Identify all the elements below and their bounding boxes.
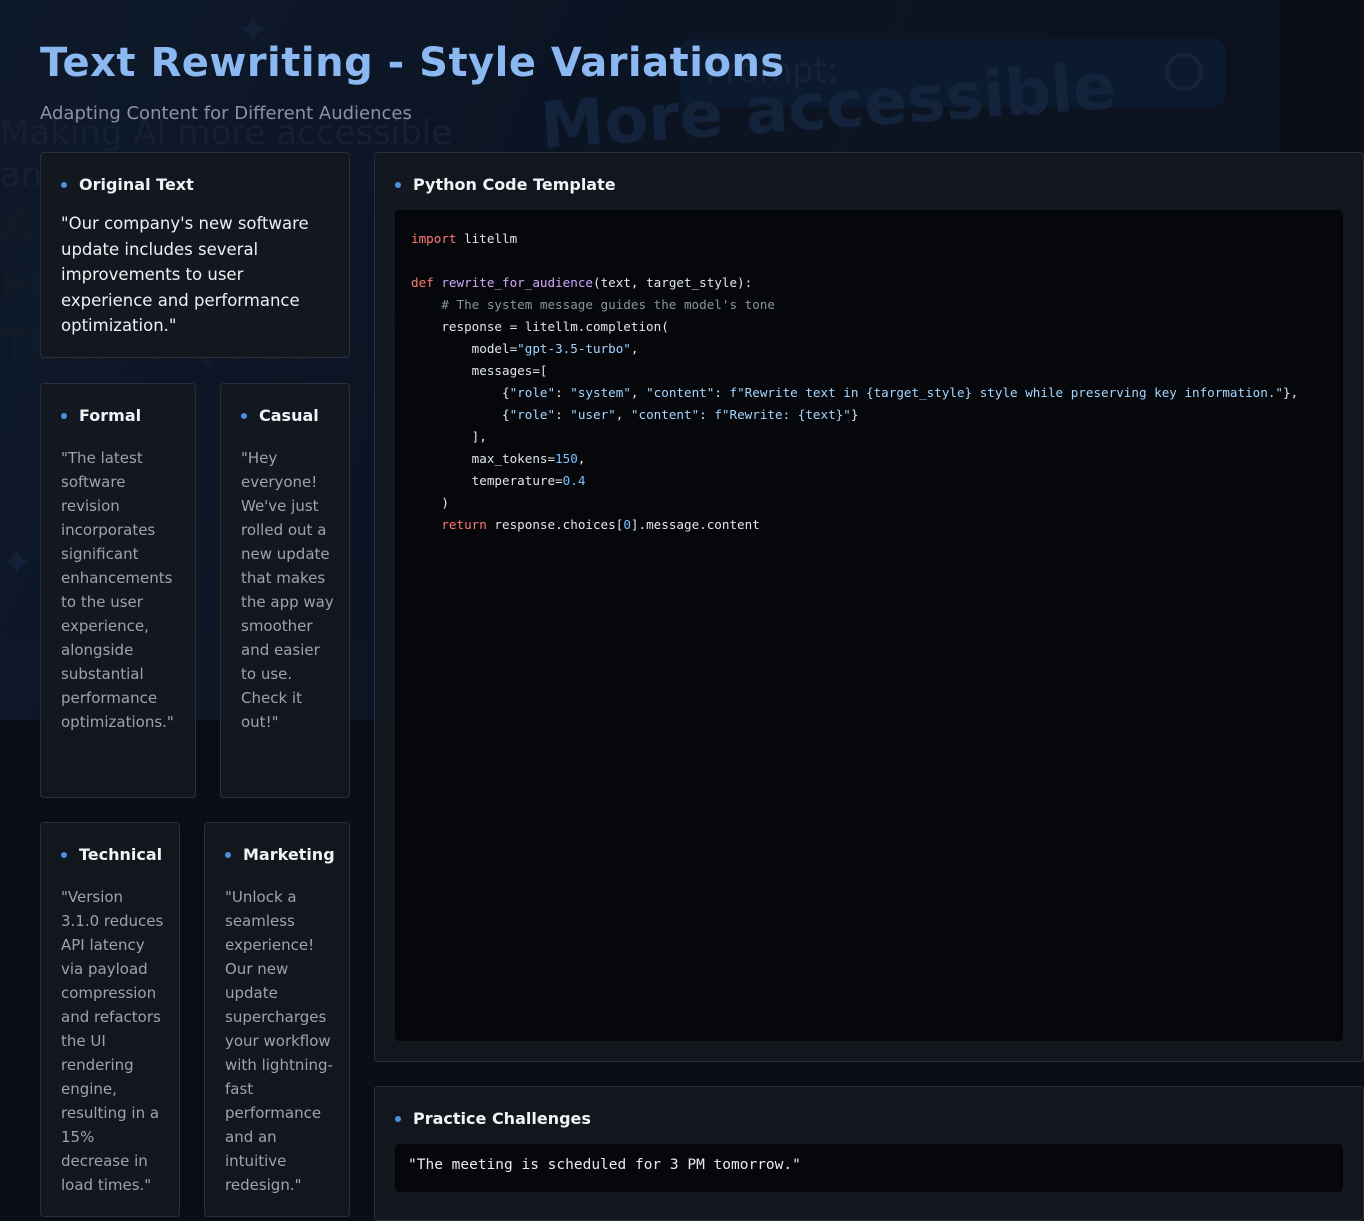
card-header: Formal <box>61 406 141 425</box>
formal-text: "The latest software revision incorporat… <box>61 449 174 731</box>
bullet-icon <box>61 412 67 419</box>
bullet-icon <box>395 181 401 188</box>
card-title: Technical <box>79 845 163 864</box>
card-header: Marketing <box>225 845 335 864</box>
sparkle-icon: ✦ <box>0 540 34 586</box>
card-header: Python Code Template <box>395 175 616 194</box>
practice-prompt-box[interactable]: "The meeting is scheduled for 3 PM tomor… <box>395 1144 1343 1192</box>
casual-style-card: Casual "Hey everyone! We've just rolled … <box>220 383 350 798</box>
technical-style-card: Technical "Version 3.1.0 reduces API lat… <box>40 822 180 1217</box>
card-header: Technical <box>61 845 162 864</box>
bullet-icon <box>225 851 231 858</box>
card-title: Python Code Template <box>413 175 616 194</box>
page-subtitle: Adapting Content for Different Audiences <box>40 103 412 124</box>
code-text: import litellm def rewrite_for_audience(… <box>411 231 1299 532</box>
page-title: Text Rewriting - Style Variations <box>40 40 785 86</box>
search-icon <box>1165 53 1203 91</box>
card-header: Practice Challenges <box>395 1109 591 1128</box>
bullet-icon <box>241 412 247 419</box>
code-template-panel: Python Code Template import litellm def … <box>374 152 1364 1062</box>
formal-style-card: Formal "The latest software revision inc… <box>40 383 196 798</box>
card-header: Original Text <box>61 175 194 194</box>
card-title: Marketing <box>243 845 335 864</box>
bullet-icon <box>61 181 67 188</box>
technical-text: "Version 3.1.0 reduces API latency via p… <box>61 888 164 1194</box>
original-text: "Our company's new software update inclu… <box>61 214 309 335</box>
card-header: Casual <box>241 406 319 425</box>
original-text-card: Original Text "Our company's new softwar… <box>40 152 350 358</box>
card-title: Practice Challenges <box>413 1109 591 1128</box>
card-title: Casual <box>259 406 319 425</box>
card-title: Original Text <box>79 175 194 194</box>
marketing-text: "Unlock a seamless experience! Our new u… <box>225 888 333 1194</box>
bullet-icon <box>395 1115 401 1122</box>
code-block[interactable]: import litellm def rewrite_for_audience(… <box>395 210 1343 1041</box>
practice-challenges-panel: Practice Challenges "The meeting is sche… <box>374 1086 1364 1221</box>
bullet-icon <box>61 851 67 858</box>
marketing-style-card: Marketing "Unlock a seamless experience!… <box>204 822 350 1217</box>
practice-prompt-text: "The meeting is scheduled for 3 PM tomor… <box>408 1157 801 1173</box>
card-title: Formal <box>79 406 142 425</box>
casual-text: "Hey everyone! We've just rolled out a n… <box>241 449 334 731</box>
